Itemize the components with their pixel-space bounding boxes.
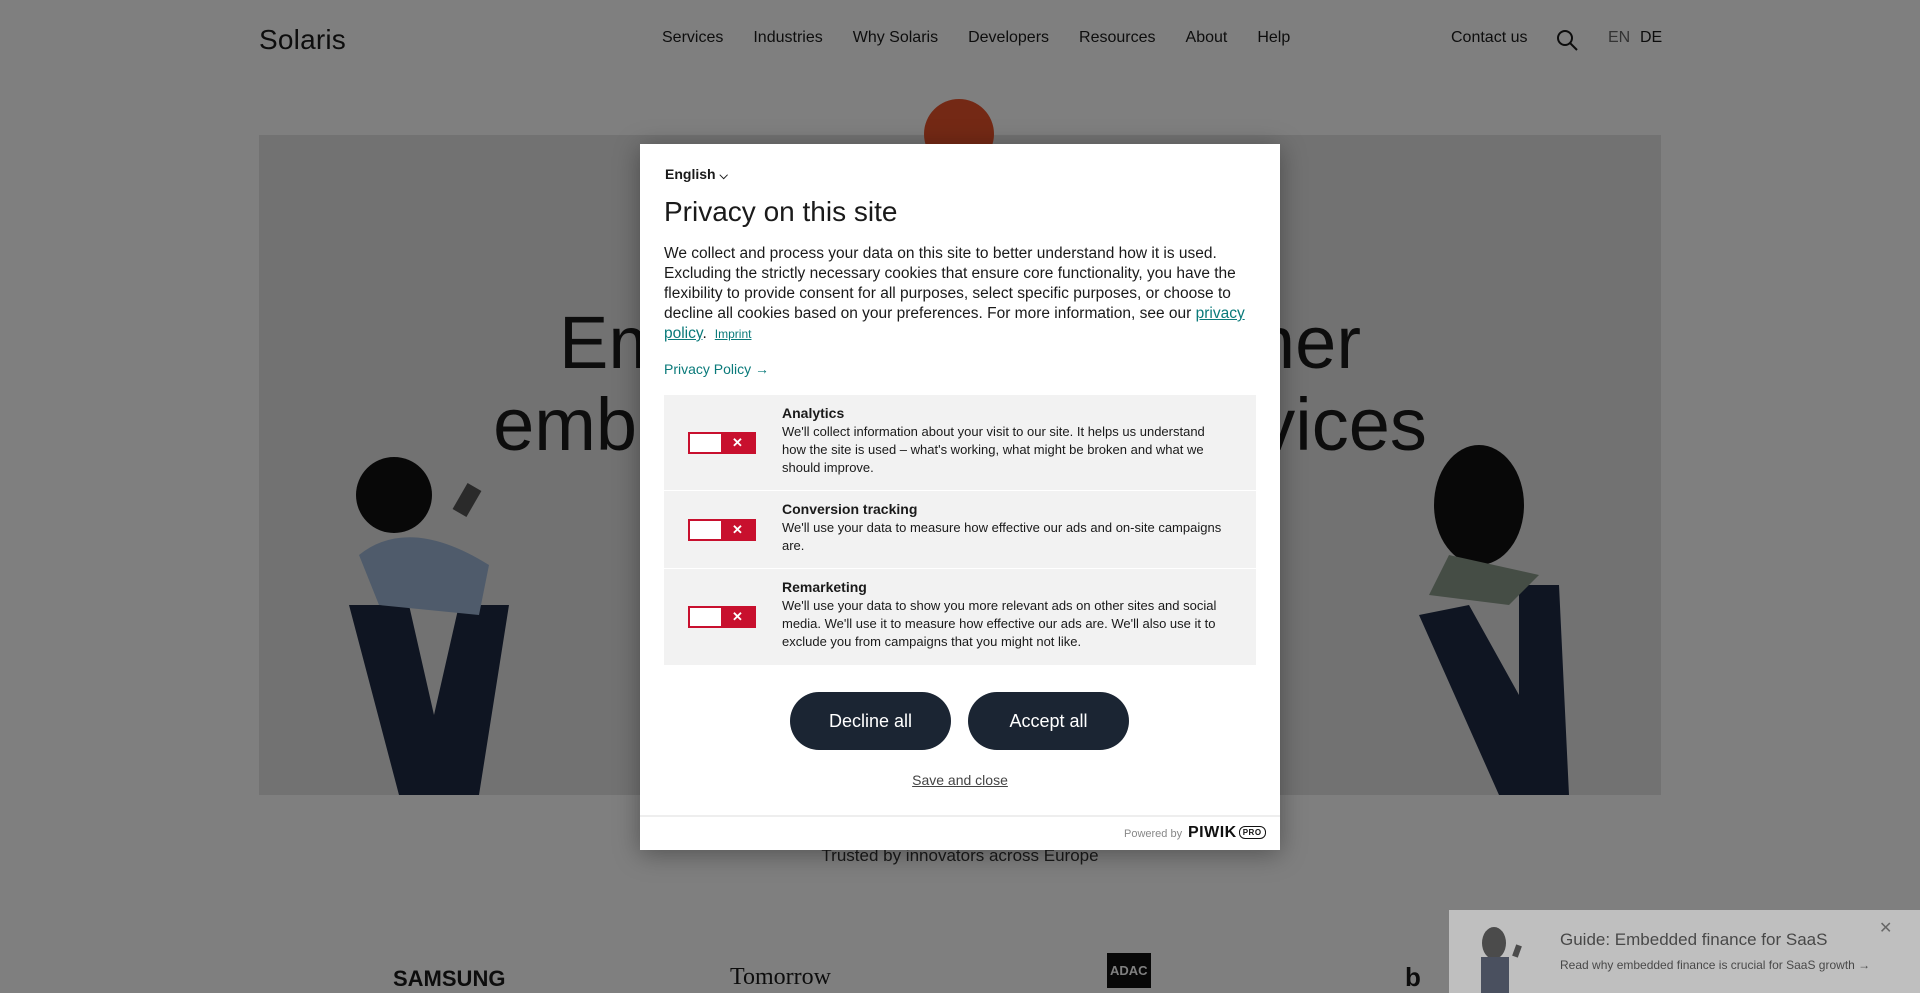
consent-text: Analytics We'll collect information abou… [782, 405, 1232, 477]
consent-row-analytics: ✕ Analytics We'll collect information ab… [664, 395, 1256, 491]
close-icon: ✕ [721, 521, 754, 539]
chevron-down-icon: ⌵ [719, 170, 728, 182]
decline-all-button[interactable]: Decline all [790, 692, 951, 750]
consent-title: Remarketing [782, 579, 867, 595]
close-icon[interactable]: ✕ [1879, 918, 1892, 938]
consent-list: ✕ Analytics We'll collect information ab… [664, 395, 1256, 666]
toast-title[interactable]: Guide: Embedded finance for SaaS [1560, 930, 1827, 950]
modal-title: Privacy on this site [664, 196, 898, 227]
consent-desc: We'll use your data to measure how effec… [782, 520, 1222, 553]
conversion-toggle[interactable]: ✕ [688, 519, 756, 541]
consent-title: Conversion tracking [782, 501, 918, 517]
consent-text: Conversion tracking We'll use your data … [782, 501, 1232, 555]
consent-desc: We'll use your data to show you more rel… [782, 598, 1217, 649]
privacy-policy-link[interactable]: Privacy Policy → [664, 361, 769, 377]
piwik-wordmark: PIWIK [1188, 824, 1237, 841]
consent-row-remarketing: ✕ Remarketing We'll use your data to sho… [664, 569, 1256, 666]
modal-body: We collect and process your data on this… [664, 245, 1245, 342]
close-icon: ✕ [721, 434, 754, 452]
powered-by-label: Powered by [1124, 828, 1183, 840]
piwik-pro-badge: PRO [1238, 826, 1266, 840]
modal-body-text: We collect and process your data on this… [664, 245, 1236, 322]
toast-text-label: Read why embedded finance is crucial for… [1560, 958, 1855, 972]
close-icon: ✕ [721, 608, 754, 626]
language-select[interactable]: English ⌵ [665, 166, 728, 183]
toast-illustration [1481, 927, 1522, 993]
imprint-link[interactable]: Imprint [715, 327, 752, 341]
privacy-modal: English ⌵ Privacy on this site We collec… [640, 144, 1280, 850]
accept-all-button[interactable]: Accept all [968, 692, 1129, 750]
consent-row-conversion: ✕ Conversion tracking We'll use your dat… [664, 491, 1256, 569]
consent-title: Analytics [782, 405, 845, 421]
analytics-toggle[interactable]: ✕ [688, 432, 756, 454]
save-and-close-link[interactable]: Save and close [640, 772, 1280, 788]
consent-text: Remarketing We'll use your data to show … [782, 579, 1232, 651]
consent-desc: We'll collect information about your vis… [782, 424, 1205, 475]
piwik-pro-logo[interactable]: PIWIK PRO [1188, 824, 1266, 842]
remarketing-toggle[interactable]: ✕ [688, 606, 756, 628]
toast-text[interactable]: Read why embedded finance is crucial for… [1560, 958, 1870, 972]
guide-toast[interactable]: Guide: Embedded finance for SaaS Read wh… [1449, 910, 1920, 993]
language-select-label: English [665, 166, 716, 182]
modal-footer: Powered by PIWIK PRO [640, 815, 1280, 850]
arrow-right-icon: → [1858, 958, 1871, 972]
